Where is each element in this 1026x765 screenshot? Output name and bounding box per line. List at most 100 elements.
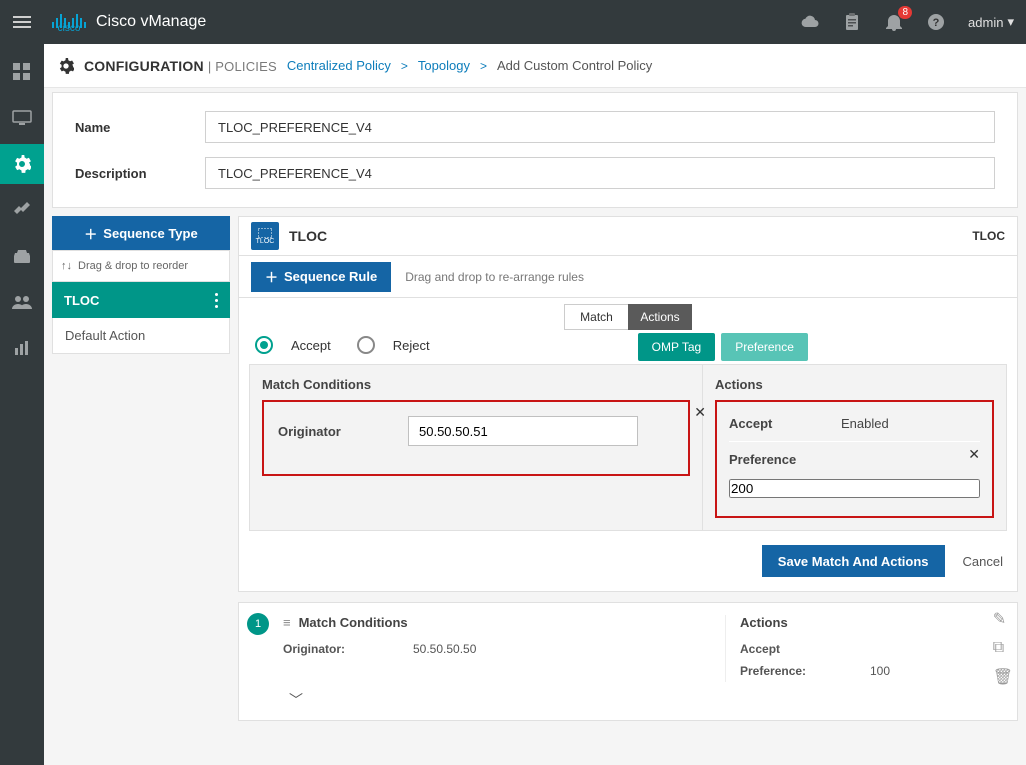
summary-actions-title: Actions <box>740 615 1005 630</box>
sequence-panel: ＋ Sequence Type ↑↓ Drag & drop to reorde… <box>52 216 230 757</box>
originator-label: Originator <box>278 424 388 439</box>
summary-preference-value: 100 <box>870 664 890 678</box>
cisco-logo: cisco <box>52 10 86 34</box>
breadcrumb-bar: CONFIGURATION | POLICIES Centralized Pol… <box>44 44 1026 88</box>
sequence-rule-hint: Drag and drop to re-arrange rules <box>405 270 584 284</box>
edit-icon[interactable]: ✎ <box>993 609 1013 629</box>
close-icon[interactable]: ✕ <box>968 446 980 463</box>
pill-omp-tag[interactable]: OMP Tag <box>638 333 716 361</box>
policy-form: Name Description <box>52 92 1018 208</box>
conditions-grid: Match Conditions ✕ Originator Actions <box>249 364 1007 531</box>
description-input[interactable] <box>205 157 995 189</box>
sidebar-administration[interactable] <box>0 282 44 322</box>
notification-badge: 8 <box>898 6 912 19</box>
save-button[interactable]: Save Match And Actions <box>762 545 945 577</box>
user-menu[interactable]: admin ▾ <box>968 14 1014 30</box>
hamburger-icon <box>13 13 31 31</box>
tloc-header: TLOC TLOC TLOC <box>238 216 1018 256</box>
breadcrumb-current: Add Custom Control Policy <box>497 58 652 73</box>
name-label: Name <box>75 120 205 135</box>
left-sidebar <box>0 44 44 765</box>
summary-originator-key: Originator: <box>283 642 413 656</box>
summary-originator-value: 50.50.50.50 <box>413 642 476 656</box>
copy-icon[interactable]: ⧉ <box>993 639 1013 657</box>
svg-text:?: ? <box>933 17 940 29</box>
cloud-icon[interactable] <box>800 12 820 32</box>
summary-accept-row: Accept <box>740 638 1005 660</box>
sidebar-configuration[interactable] <box>0 144 44 184</box>
bell-icon[interactable]: 8 <box>884 12 904 32</box>
summary-accept-key: Accept <box>740 642 870 656</box>
reorder-hint-label: Drag & drop to reorder <box>78 260 188 272</box>
sidebar-analytics[interactable] <box>0 328 44 368</box>
summary-tools: ✎ ⧉ 🗑 <box>993 609 1013 687</box>
accept-reject-radios: Accept Reject <box>255 336 438 354</box>
sidebar-dashboard[interactable] <box>0 52 44 92</box>
sequence-rule-label: Sequence Rule <box>284 269 377 284</box>
default-action-item[interactable]: Default Action <box>52 318 230 354</box>
reorder-icon: ↑↓ <box>61 260 72 272</box>
radio-accept[interactable] <box>255 336 273 354</box>
description-label: Description <box>75 166 205 181</box>
chevron-right-icon: > <box>401 59 408 73</box>
tloc-title: TLOC <box>289 228 327 244</box>
plus-icon: ＋ <box>265 267 278 286</box>
rule-summary: 1 ✎ ⧉ 🗑 ≡ Match Conditions <box>238 602 1018 721</box>
sequence-item-tloc[interactable]: TLOC <box>52 282 230 318</box>
chevron-right-icon: > <box>480 59 487 73</box>
cancel-button[interactable]: Cancel <box>963 545 1003 577</box>
chevron-down-icon: ▾ <box>1007 14 1014 30</box>
preference-label: Preference <box>729 452 829 467</box>
clipboard-icon[interactable] <box>842 12 862 32</box>
menu-toggle[interactable] <box>0 0 44 44</box>
tloc-badge-icon: TLOC <box>251 222 279 250</box>
rule-editor: Match Actions Accept Reject OMP Tag Pref <box>238 298 1018 592</box>
accept-value: Enabled <box>841 416 889 431</box>
brand-title: Cisco vManage <box>96 13 206 31</box>
match-conditions-panel: Match Conditions ✕ Originator <box>250 365 702 530</box>
breadcrumb-link-centralized[interactable]: Centralized Policy <box>287 58 391 73</box>
editor-button-row: Save Match And Actions Cancel <box>249 531 1007 577</box>
gear-icon <box>58 58 74 74</box>
preference-input[interactable] <box>729 479 980 498</box>
sidebar-maintenance[interactable] <box>0 236 44 276</box>
sequence-item-label: TLOC <box>64 293 99 308</box>
radio-reject[interactable] <box>357 336 375 354</box>
originator-input[interactable] <box>408 416 638 446</box>
breadcrumb-link-topology[interactable]: Topology <box>418 58 470 73</box>
actions-box: Accept Enabled ✕ Preference <box>715 400 994 518</box>
pill-preference[interactable]: Preference <box>721 333 808 361</box>
summary-originator-row: Originator: 50.50.50.50 <box>283 638 725 660</box>
breadcrumb-section: CONFIGURATION | POLICIES <box>84 58 277 74</box>
tab-match[interactable]: Match <box>564 304 628 330</box>
action-pills: OMP Tag Preference <box>638 333 808 361</box>
accept-label: Accept <box>729 416 829 431</box>
close-icon[interactable]: ✕ <box>694 404 706 421</box>
sequence-type-button[interactable]: ＋ Sequence Type <box>52 216 230 250</box>
match-conditions-title: Match Conditions <box>262 377 690 392</box>
delete-icon[interactable]: 🗑 <box>993 667 1013 687</box>
match-conditions-box: ✕ Originator <box>262 400 690 476</box>
sidebar-tools[interactable] <box>0 190 44 230</box>
chevron-down-icon[interactable]: ﹀ <box>289 690 1005 710</box>
rule-editor-column: TLOC TLOC TLOC ＋ Sequence Rule Drag and … <box>238 216 1018 757</box>
rule-number-badge: 1 <box>247 613 269 635</box>
tab-actions[interactable]: Actions <box>628 304 692 330</box>
radio-reject-label: Reject <box>393 338 430 353</box>
more-icon[interactable] <box>215 293 218 308</box>
summary-match-title: Match Conditions <box>299 615 408 630</box>
match-actions-tabs: Match Actions <box>249 304 1007 330</box>
main-area: CONFIGURATION | POLICIES Centralized Pol… <box>44 44 1026 765</box>
summary-preference-row: Preference: 100 <box>740 660 1005 682</box>
sequence-type-label: Sequence Type <box>103 226 197 241</box>
actions-title: Actions <box>715 377 994 392</box>
plus-icon: ＋ <box>84 224 97 243</box>
name-input[interactable] <box>205 111 995 143</box>
help-icon[interactable]: ? <box>926 12 946 32</box>
sequence-rule-button[interactable]: ＋ Sequence Rule <box>251 262 391 292</box>
actions-panel: Actions Accept Enabled ✕ Preference <box>702 365 1006 530</box>
drag-icon[interactable]: ≡ <box>283 615 291 630</box>
sidebar-monitor[interactable] <box>0 98 44 138</box>
tloc-type-label: TLOC <box>972 229 1005 243</box>
radio-accept-label: Accept <box>291 338 331 353</box>
